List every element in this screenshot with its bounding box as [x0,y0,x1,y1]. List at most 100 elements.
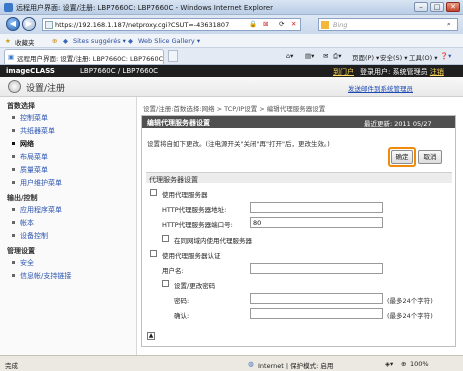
same-domain-checkbox[interactable] [162,235,169,242]
use-auth-label: 使用代理服务器认证 [162,252,221,260]
star-icon: ★ [5,37,11,45]
browser-tab[interactable]: ▣ 远程用户界面: 设置/注册: LBP7660C: LBP7660C [4,49,164,64]
new-tab-button[interactable] [168,50,178,62]
brand-bar: imageCLASS LBP7660C / LBP7660C 到门户 登录用户:… [0,65,463,77]
sidebar-item-application[interactable]: 应用程序菜单 [20,205,62,215]
forward-icon[interactable]: ▶ [22,17,36,31]
page-content: imageCLASS LBP7660C / LBP7660C 到门户 登录用户:… [0,65,463,355]
page-icon [45,21,53,29]
zoom-level[interactable]: 100% [410,360,429,368]
sidebar-item-security[interactable]: 安全 [20,258,34,268]
portal-link[interactable]: 到门户 [333,67,354,77]
window-title: 远程用户界面: 设置/注册: LBP7660C: LBP7660C - Wind… [16,4,273,12]
favorites-button[interactable]: 收藏夹 [15,37,35,47]
bullet-icon [12,129,15,132]
settings-panel: 编辑代理服务器设置 最近更新: 2011 05/27 12:04:48 设置将自… [141,115,456,347]
back-icon[interactable]: ◀ [6,17,20,31]
panel-title: 编辑代理服务器设置 [147,119,210,127]
confirm-max-hint: (最多24个字符) [387,312,433,320]
sidebar-item-counter[interactable]: 帐本 [20,218,34,228]
maximize-button[interactable]: □ [430,2,444,12]
same-domain-label: 在同网域内使用代理服务器 [174,237,252,245]
zoom-icon: ⊕ [401,360,407,368]
favorites-bar: ★ 收藏夹 ⊕ ◆ Sites suggérés ▾ ◆ Web Slice G… [0,34,463,48]
sidebar-item-device-control[interactable]: 设备控制 [20,231,48,241]
address-field[interactable]: https://192.168.1.187/netproxy.cgi?CSUT=… [42,18,301,31]
bullet-icon [12,274,15,277]
sidebar-item-control[interactable]: 控制菜单 [20,113,48,123]
address-bar-row: ◀ ▶ https://192.168.1.187/netproxy.cgi?C… [0,15,463,34]
close-button[interactable]: ✕ [446,2,460,12]
bullet-icon [12,116,15,119]
bullet-icon [12,261,15,264]
password-input[interactable] [250,293,383,304]
add-favorite-icon[interactable]: ⊕ [52,37,57,45]
page-title: 设置/注册 [26,84,66,94]
panel-header: 编辑代理服务器设置 最近更新: 2011 05/27 12:04:48 [142,116,455,136]
set-password-label: 设置/更改密码 [174,282,216,290]
print-icon[interactable]: ⎙▾ [333,52,341,61]
use-auth-checkbox[interactable] [150,250,157,257]
ie-icon [4,3,13,12]
lock-icon[interactable]: 🔒 [249,20,257,28]
use-proxy-checkbox[interactable] [150,189,157,196]
bullet-icon [12,234,15,237]
sidebar-section-output: 输出/控制 [7,194,38,202]
feeds-icon[interactable]: ▤▾ [305,52,314,60]
password-label: 密码: [174,297,190,305]
login-user-text: 登录用户: 系统管理员 [360,68,428,76]
cancel-button[interactable]: 取消 [418,150,442,164]
protected-mode-icon[interactable]: ◈▾ [385,360,393,368]
proxy-address-input[interactable] [250,202,383,213]
product-name: imageCLASS [6,67,55,75]
search-icon[interactable]: ⌕ [447,20,451,29]
mail-admin-link[interactable]: 发送邮件到系统管理员 [348,83,413,93]
proxy-port-input[interactable]: 80 [250,217,383,228]
back-to-top-icon[interactable]: ▲ [147,332,155,340]
bullet-icon [12,142,15,145]
login-user: 登录用户: 系统管理员 注销 [360,67,444,77]
web-slice-link[interactable]: Web Slice Gallery ▾ [138,37,200,45]
tab-title: 远程用户界面: 设置/注册: LBP7660C: LBP7660C [17,55,164,63]
sidebar-item-layout[interactable]: 布局菜单 [20,152,48,162]
sidebar-item-quality[interactable]: 质量菜单 [20,165,48,175]
username-label: 用户名: [162,267,184,275]
menu-page[interactable]: 页面(P) ▾ [352,52,379,62]
bullet-icon [12,208,15,211]
menu-tools[interactable]: 工具(O) ▾ [409,52,438,62]
minimize-button[interactable]: – [414,2,428,12]
set-password-checkbox[interactable] [162,280,169,287]
sidebar-item-network[interactable]: 网络 [20,139,34,149]
sidebar-item-user-maintenance[interactable]: 用户维护菜单 [20,178,62,188]
sidebar-section-preferences: 首数选择 [7,102,35,110]
sidebar-item-paper-source[interactable]: 共纸器菜单 [20,126,55,136]
logout-link[interactable]: 注销 [430,68,444,76]
suggested-sites-icon: ◆ [63,37,68,45]
confirm-input[interactable] [250,308,383,319]
help-menu[interactable]: ❓▾ [440,52,451,60]
bing-icon [321,21,329,29]
sidebar-section-management: 管理设置 [7,247,35,255]
refresh-icon[interactable]: ⟳ [279,20,284,28]
sidebar-item-support-links[interactable]: 信息帐/支持链接 [20,271,71,281]
proxy-port-label: HTTP代理服务器端口号: [162,221,233,229]
search-field[interactable]: Bing ⌕ [318,18,458,31]
security-zone[interactable]: Internet | 保护模式: 启用 [258,360,333,370]
cert-error-icon[interactable]: ⊠ [263,20,268,28]
sidebar: 首数选择 控制菜单 共纸器菜单 网络 布局菜单 质量菜单 用户维护菜单 输出/控… [0,97,137,355]
settings-gear-icon [8,80,21,93]
home-icon[interactable]: ⌂▾ [286,52,293,60]
ok-button[interactable]: 确定 [391,150,413,164]
web-slice-icon: ◆ [128,37,133,45]
username-input[interactable] [250,263,383,274]
globe-icon: ◍ [248,360,254,368]
menu-security[interactable]: 安全(S) ▾ [380,52,408,62]
stop-icon[interactable]: ✕ [291,20,296,28]
suggested-sites-link[interactable]: Sites suggérés ▾ [73,37,126,45]
mail-icon[interactable]: ✉ [323,52,328,60]
page-header: 设置/注册 发送邮件到系统管理员 [0,77,463,97]
url-text: https://192.168.1.187/netproxy.cgi?CSUT=… [55,21,230,29]
breadcrumb: 设置/注册:首数选择:网络 > TCP/IP设置 > 编辑代理服务器设置 [143,105,326,113]
window-titlebar: 远程用户界面: 设置/注册: LBP7660C: LBP7660C - Wind… [0,0,463,15]
status-text: 完成 [5,362,18,370]
